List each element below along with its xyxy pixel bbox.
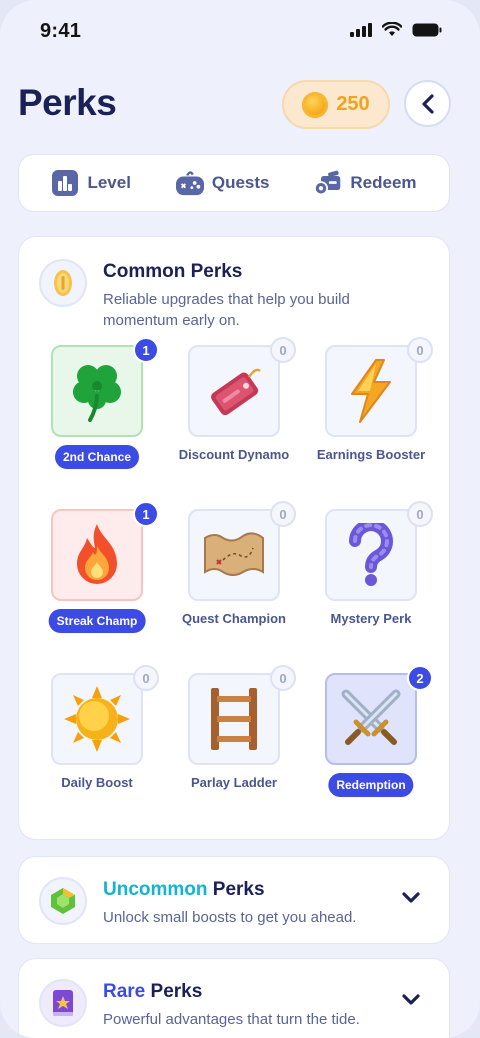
tab-quests[interactable]: Quests: [175, 169, 270, 197]
tab-redeem[interactable]: Redeem: [314, 169, 417, 197]
common-perks-subtitle: Reliable upgrades that help you build mo…: [103, 291, 350, 329]
perk-label: Streak Champ: [48, 609, 146, 633]
perk-daily-boost[interactable]: 0 Daily Boost: [33, 665, 161, 813]
lightning-icon: [351, 359, 391, 423]
perk-count-badge: 0: [270, 337, 296, 363]
uncommon-perks-title: Uncommon Perks: [103, 879, 403, 901]
rare-perks-title: Rare Perks: [103, 981, 403, 1003]
rare-title-rest: Perks: [145, 981, 203, 1002]
rare-perks-subtitle: Powerful advantages that turn the tide.: [103, 1011, 360, 1028]
screen: 9:41 Perks 250 Level Quests Redeem Commo…: [0, 0, 480, 1038]
tag-icon: [211, 368, 261, 416]
perk-count-badge: 1: [133, 337, 159, 363]
uncommon-perks-card[interactable]: Uncommon Perks Unlock small boosts to ge…: [18, 856, 450, 944]
common-perks-card: Common Perks Reliable upgrades that help…: [18, 236, 450, 840]
perk-count-badge: 0: [270, 501, 296, 527]
perk-label: 2nd Chance: [54, 445, 140, 469]
perk-tile[interactable]: [188, 345, 280, 437]
perk-label: Redemption: [328, 773, 414, 797]
tab-level-label: Level: [87, 173, 131, 192]
ladder-icon: [211, 688, 257, 750]
page-title: Perks: [18, 82, 117, 123]
perk-tile[interactable]: [325, 509, 417, 601]
perk-count-badge: 0: [407, 501, 433, 527]
spellbook-icon: [39, 979, 87, 1027]
perk-label: Daily Boost: [61, 775, 133, 790]
perk-tile[interactable]: [325, 673, 417, 765]
perk-tile[interactable]: [325, 345, 417, 437]
tab-quests-label: Quests: [211, 173, 270, 192]
coin-balance[interactable]: 250: [282, 80, 390, 129]
perk-tile[interactable]: [51, 345, 143, 437]
redeem-icon: [314, 169, 342, 197]
rare-perks-header: Rare Perks Powerful advantages that turn…: [39, 979, 403, 1030]
flame-icon: [77, 524, 117, 584]
battery-icon: [412, 23, 442, 36]
common-perks-title: Common Perks: [103, 261, 243, 282]
chevron-left-icon: [421, 93, 434, 114]
clover-icon: [73, 365, 121, 422]
perk-tile[interactable]: [51, 509, 143, 601]
perk-streak-champ[interactable]: 1 Streak Champ: [33, 501, 161, 649]
uncommon-perks-subtitle: Unlock small boosts to get you ahead.: [103, 909, 357, 926]
status-time: 9:41: [40, 20, 82, 42]
tab-bar: Level Quests Redeem: [18, 154, 450, 212]
perk-earnings-booster[interactable]: 0 Earnings Booster: [307, 337, 435, 485]
status-icons: [350, 22, 442, 37]
wifi-icon: [382, 22, 402, 36]
coin-icon: [302, 91, 329, 118]
perk-count-badge: 0: [133, 665, 159, 691]
perk-redemption[interactable]: 2 Redemption: [307, 665, 435, 813]
perk-count-badge: 2: [407, 665, 433, 691]
swords-icon: [341, 689, 401, 745]
rare-perks-card[interactable]: Rare Perks Powerful advantages that turn…: [18, 958, 450, 1038]
perk-tile[interactable]: [188, 673, 280, 765]
gamepad-icon: [175, 169, 204, 197]
map-icon: [204, 532, 264, 576]
perk-quest-champion[interactable]: 0 Quest Champion: [170, 501, 298, 649]
chevron-down-icon[interactable]: [401, 993, 421, 1007]
perk-count-badge: 0: [407, 337, 433, 363]
tab-redeem-label: Redeem: [350, 173, 417, 192]
perk-label: Mystery Perk: [330, 611, 412, 626]
uncommon-perks-header: Uncommon Perks Unlock small boosts to ge…: [39, 877, 403, 928]
perk-mystery-perk[interactable]: 0 Mystery Perk: [307, 501, 435, 649]
status-bar: 9:41: [0, 0, 480, 62]
coin-count: 250: [336, 93, 370, 115]
sun-icon: [64, 686, 130, 752]
perk-label: Earnings Booster: [316, 447, 426, 462]
bar-chart-icon: [51, 169, 79, 197]
signal-icon: [350, 22, 372, 37]
common-token-icon: [39, 259, 87, 307]
perk-parlay-ladder[interactable]: 0 Parlay Ladder: [170, 665, 298, 813]
chevron-down-icon[interactable]: [401, 891, 421, 905]
green-gem-icon: [39, 877, 87, 925]
perk-count-badge: 1: [133, 501, 159, 527]
perk-tile[interactable]: [51, 673, 143, 765]
perk-label: Parlay Ladder: [191, 775, 277, 790]
perk-tile[interactable]: [188, 509, 280, 601]
tab-level[interactable]: Level: [51, 169, 131, 197]
uncommon-accent: Uncommon: [103, 879, 208, 900]
perk-count-badge: 0: [270, 665, 296, 691]
common-perks-header: Common Perks Reliable upgrades that help…: [39, 259, 403, 331]
perk-label: Quest Champion: [181, 611, 286, 626]
perk-label: Discount Dynamo: [178, 447, 290, 462]
question-icon: [349, 523, 393, 586]
rare-accent: Rare: [103, 981, 146, 1002]
perk-2nd-chance[interactable]: 1 2nd Chance: [33, 337, 161, 485]
uncommon-title-rest: Perks: [207, 879, 265, 900]
perk-discount-dynamo[interactable]: 0 Discount Dynamo: [170, 337, 298, 485]
back-button[interactable]: [404, 80, 451, 127]
